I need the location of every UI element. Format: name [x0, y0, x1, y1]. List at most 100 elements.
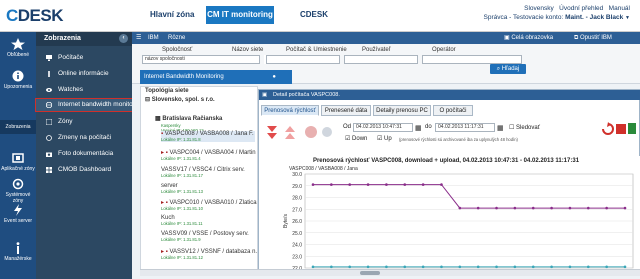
- tree-node[interactable]: server Lokálne IP: 1.31.81.13: [161, 183, 203, 194]
- user-name[interactable]: Maint. - Jack Black: [565, 14, 623, 21]
- data-point: [476, 206, 480, 210]
- data-point: [366, 265, 370, 269]
- menu-item-zones[interactable]: Zóny: [36, 116, 132, 128]
- menu-icon[interactable]: ☰: [136, 32, 141, 44]
- data-point: [421, 183, 425, 186]
- data-point: [550, 206, 553, 210]
- data-point: [550, 265, 553, 269]
- data-point: [458, 206, 462, 210]
- globe-icon: [46, 102, 52, 108]
- info-icon: [48, 71, 50, 77]
- exit-ibm-button[interactable]: ⧉ Opustiť IBM: [574, 32, 612, 44]
- detail-title: ▣ Detail počítača VASPC008.: [259, 90, 640, 100]
- up-checkbox[interactable]: ☑ Up: [377, 135, 392, 142]
- horizontal-scrollbar[interactable]: [140, 269, 640, 276]
- collapse-icon[interactable]: ‹: [119, 34, 128, 43]
- eye-icon: [46, 88, 52, 92]
- y-tick-label: 29.0: [292, 184, 302, 190]
- menu-item-photo-documentation[interactable]: Foto dokumentácia: [36, 148, 132, 160]
- data-point: [495, 265, 498, 269]
- tree-company[interactable]: ⊟ Slovensko, spol. s r.o.: [145, 96, 215, 103]
- popup-dot-icon[interactable]: ●: [272, 70, 276, 84]
- nav-views[interactable]: Zobrazenia: [0, 120, 36, 134]
- data-point: [403, 265, 407, 269]
- nav-system-zones[interactable]: Systémové zóny: [0, 178, 36, 204]
- dashboard-icon: [46, 167, 52, 173]
- manual-link[interactable]: Manuál: [609, 5, 630, 12]
- zones-icon: [46, 119, 52, 125]
- logo[interactable]: CDESK: [6, 6, 64, 26]
- globe-icon: [322, 127, 332, 137]
- follow-checkbox[interactable]: ☐ Sledovať: [509, 124, 540, 131]
- menu-item-internet-bandwidth-monitor[interactable]: Internet bandwidth monitor: [35, 98, 135, 112]
- views-menu: Zobrazenia ‹ Počítače Online informácie …: [35, 32, 135, 279]
- from-label: Od: [343, 124, 352, 130]
- pdf-icon: [616, 124, 626, 134]
- to-label: do: [425, 124, 432, 130]
- nav-alerts[interactable]: Upozornenia: [0, 70, 36, 90]
- data-point: [330, 183, 333, 186]
- data-point: [311, 183, 315, 186]
- menu-item-cmob-dashboard[interactable]: CMOB Dashboard: [36, 164, 132, 176]
- calendar-icon[interactable]: ▦: [497, 124, 504, 132]
- calendar-icon[interactable]: ▦: [415, 124, 422, 132]
- menu-item-watches[interactable]: Watches: [36, 84, 132, 96]
- tree-node[interactable]: Kuch Lokálne IP: 1.31.81.11: [161, 215, 203, 226]
- data-point: [366, 183, 370, 186]
- line-chart: 30.029.028.027.026.025.024.023.022.0Byte…: [283, 172, 634, 272]
- ibm-label: IBM: [148, 35, 159, 41]
- tree-node[interactable]: VASSV17 / VSSC4 / Citrix serv. Lokálne IP…: [161, 167, 245, 178]
- misc-menu[interactable]: Rôzne: [168, 32, 185, 44]
- y-tick-label: 27.0: [292, 207, 302, 213]
- tree-node-selected[interactable]: ▪ VASPC008 / VASBA008 / Jana F. Lokálne I…: [161, 131, 255, 142]
- up-arrow-icon: [285, 126, 295, 132]
- nav-event-server[interactable]: Event server: [0, 204, 36, 224]
- system-zones-icon: [12, 178, 24, 190]
- language-link[interactable]: Slovensky: [524, 5, 554, 12]
- tree-node[interactable]: VASSV09 / VSSE / Postovy serv. Lokálne IP…: [161, 231, 249, 242]
- pc-input[interactable]: [344, 55, 418, 64]
- tree-branch[interactable]: ▦ Bratislava Račianska: [155, 115, 222, 122]
- menu-header: Zobrazenia ‹: [36, 32, 132, 46]
- filter-label-user: Používateľ: [362, 47, 391, 53]
- nav-favorites[interactable]: Obľúbené: [0, 38, 36, 58]
- company-input[interactable]: názov spoločnosti: [142, 55, 260, 64]
- topnav-cm-it-monitoring[interactable]: CM IT monitoring: [206, 6, 274, 24]
- tree-node[interactable]: ▸ ▪ VASPC004 / VASBA004 / Martin Lokálne …: [161, 149, 256, 161]
- to-date-input[interactable]: 04.02.2013 11:17:31: [435, 123, 495, 132]
- data-point: [568, 206, 572, 210]
- data-point: [605, 265, 608, 269]
- filter-label-company: Spoločnosť: [162, 47, 193, 53]
- y-axis-label: Byte/s: [283, 214, 289, 228]
- changes-icon: [46, 135, 52, 141]
- detail-icon: ▣: [262, 92, 268, 98]
- tab-transfer-speed[interactable]: Prenosová rýchlosť: [261, 105, 319, 116]
- menu-item-pc-changes[interactable]: Zmeny na počítači: [36, 132, 132, 144]
- full-screen-button[interactable]: ▣ Celá obrazovka: [504, 32, 553, 44]
- home-link[interactable]: Úvodní přehled: [559, 5, 603, 12]
- y-tick-label: 25.0: [292, 231, 302, 237]
- tab-transferred-data[interactable]: Prenesené dáta: [321, 105, 371, 116]
- tab-transfer-details[interactable]: Detaily prenosu PC: [373, 105, 431, 116]
- nav-app-zones[interactable]: Aplikačné zóny: [0, 152, 36, 172]
- tree-node[interactable]: ▸ ▪ VASSV12 / VSSNF / databaza n. Lokálne…: [161, 248, 257, 260]
- user-input[interactable]: [422, 55, 522, 64]
- down-checkbox[interactable]: ☑ Down: [345, 135, 367, 142]
- tab-about-pc[interactable]: O počítači: [433, 105, 473, 116]
- scrollbar-thumb[interactable]: [360, 271, 380, 275]
- filter-label-pc: Počítač & Umiestnenie: [286, 47, 347, 53]
- menu-item-online-info[interactable]: Online informácie: [36, 68, 132, 80]
- data-point: [330, 265, 333, 269]
- search-button[interactable]: ⌕ Hľadaj: [490, 64, 526, 74]
- menu-item-computers[interactable]: Počítače: [36, 52, 132, 64]
- nav-manager[interactable]: Manažérske: [0, 242, 36, 262]
- down-arrow-icon: [267, 126, 277, 132]
- app-zones-icon: [12, 153, 24, 163]
- tree-node[interactable]: ▸ ▪ VASPC010 / VASBA010 / Zlatica Lokálne…: [161, 199, 257, 211]
- network-input[interactable]: [266, 55, 340, 64]
- topnav-cdesk[interactable]: CDESK: [300, 10, 328, 19]
- data-point: [586, 265, 590, 269]
- topnav-main-zone[interactable]: Hlavní zóna: [150, 10, 194, 19]
- filter-label-network: Názov siete: [232, 47, 264, 53]
- from-date-input[interactable]: 04.02.2013 10:47:31: [353, 123, 413, 132]
